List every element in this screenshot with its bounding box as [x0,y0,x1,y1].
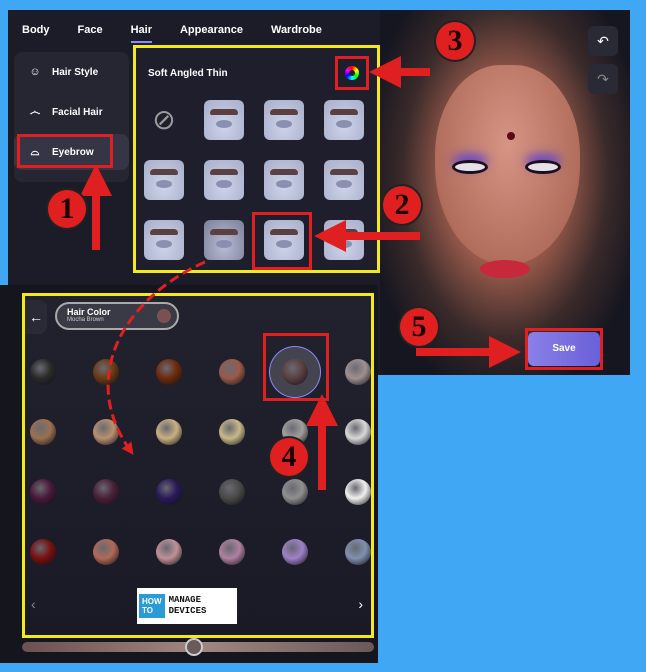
annotation-number: 2 [383,186,421,224]
dashed-arrow [106,260,206,455]
annotation-arrows [80,56,521,490]
annotation-number: 1 [48,190,86,228]
annotation-number: 5 [400,308,438,346]
annotation-number: 4 [270,438,308,476]
annotation-number: 3 [436,22,474,60]
